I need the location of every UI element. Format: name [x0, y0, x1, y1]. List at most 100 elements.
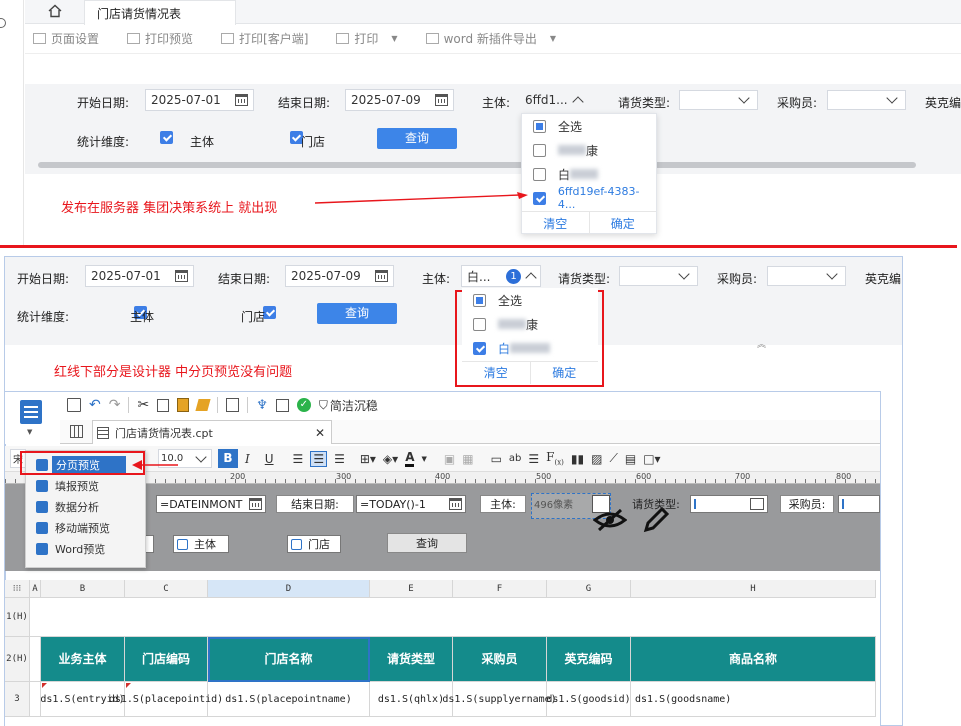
row-header-2[interactable]: 2(H): [5, 637, 30, 682]
align-center-icon[interactable]: ☰: [310, 450, 328, 467]
data-cell-supplyername[interactable]: ds1.S(supplyername): [442, 682, 557, 717]
header-cell-code[interactable]: 英克编码: [547, 637, 631, 682]
underline-icon[interactable]: U: [265, 452, 274, 466]
item-checkbox[interactable]: [533, 191, 546, 205]
file-tab[interactable]: 门店请货情况表.cpt ✕: [92, 420, 332, 444]
grid-cell[interactable]: [30, 637, 41, 682]
query-button[interactable]: 查询: [317, 303, 397, 324]
subreport-icon[interactable]: ▤: [625, 452, 636, 466]
header-cell-buyer[interactable]: 采购员: [453, 637, 547, 682]
buyer-select[interactable]: [827, 90, 906, 110]
formula-icon[interactable]: F(x): [546, 450, 564, 466]
item-checkbox[interactable]: [533, 167, 546, 181]
request-type-select[interactable]: [679, 90, 758, 110]
dropdown-clear-button[interactable]: 清空: [522, 212, 590, 235]
param-end-widget[interactable]: =TODAY()-1: [356, 495, 466, 513]
rich-text-icon[interactable]: ☰: [528, 452, 539, 466]
param-dim-store-widget[interactable]: 门店: [287, 535, 341, 553]
param-dim-entity-widget[interactable]: 主体: [173, 535, 229, 553]
check-circle-icon[interactable]: ✓: [296, 398, 311, 412]
dropdown-item[interactable]: 白: [522, 162, 656, 186]
select-all-checkbox[interactable]: [533, 119, 546, 133]
param-type-widget[interactable]: [690, 495, 768, 513]
theme-label[interactable]: 简洁沉稳: [330, 397, 378, 414]
collapse-icon[interactable]: ︽: [757, 337, 766, 350]
print-client-button[interactable]: 打印[客户端]: [221, 30, 308, 47]
font-color-icon[interactable]: A: [405, 450, 415, 467]
dropdown-ok-button[interactable]: 确定: [531, 362, 599, 384]
grid-cell[interactable]: [30, 598, 876, 637]
print-preview-button[interactable]: 打印预览: [127, 30, 193, 47]
buyer-select[interactable]: [767, 266, 846, 286]
item-checkbox[interactable]: [473, 317, 486, 331]
item-checkbox[interactable]: [473, 341, 486, 355]
header-cell-store-code[interactable]: 门店编码: [125, 637, 208, 682]
top-scrollbar[interactable]: [38, 162, 916, 168]
theme-icon[interactable]: ⛉: [319, 398, 328, 413]
end-date-field[interactable]: 2025-07-09: [285, 265, 394, 287]
start-date-field[interactable]: 2025-07-01: [85, 265, 194, 287]
dropdown-item[interactable]: 6ffd19ef-4383-4...: [522, 185, 656, 211]
data-cell-goodsname[interactable]: ds1.S(goodsname): [631, 682, 876, 717]
menu-item-word-preview[interactable]: Word预览: [26, 538, 145, 559]
item-checkbox[interactable]: [533, 143, 546, 157]
param-end-label[interactable]: 结束日期:: [276, 495, 354, 513]
header-cell-goods-name[interactable]: 商品名称: [631, 637, 876, 682]
align-left-icon[interactable]: ☰: [293, 452, 304, 466]
request-type-select[interactable]: [619, 266, 698, 286]
col-header-c[interactable]: C: [125, 580, 208, 598]
tab-report[interactable]: 门店请货情况表: [84, 0, 236, 25]
param-entity-label[interactable]: 主体:: [480, 495, 526, 513]
data-cell-qhlx[interactable]: ds1.S(qhlx): [370, 682, 453, 717]
header-cell-request-type[interactable]: 请货类型: [370, 637, 453, 682]
home-icon[interactable]: [48, 4, 62, 18]
dropdown-clear-button[interactable]: 清空: [462, 362, 531, 384]
col-header-f[interactable]: F: [453, 580, 547, 598]
row-header-3[interactable]: 3: [5, 682, 30, 717]
col-header-e[interactable]: E: [370, 580, 453, 598]
data-cell-goodsid[interactable]: ds1.S(goodsid): [546, 682, 631, 717]
col-header-d[interactable]: D: [208, 580, 370, 598]
col-header-g[interactable]: G: [547, 580, 631, 598]
calendar-icon[interactable]: [235, 94, 248, 106]
chart-icon[interactable]: ▮▮: [571, 452, 584, 466]
param-start-widget[interactable]: =DATEINMONT: [156, 495, 266, 513]
data-cell-placepointname[interactable]: ds1.S(placepointname): [208, 682, 370, 717]
entity-select[interactable]: 白... 1: [461, 265, 541, 287]
redo-icon[interactable]: ↷: [109, 398, 121, 412]
calendar-icon[interactable]: [175, 270, 188, 282]
menu-item-data-analysis[interactable]: 数据分析: [26, 496, 145, 517]
print-button[interactable]: 打印 ▼: [336, 30, 398, 47]
dropdown-item-select-all[interactable]: 全选: [462, 288, 598, 312]
align-right-icon[interactable]: ☰: [334, 452, 345, 466]
grid-corner[interactable]: ⁝⁝⁝: [5, 580, 30, 598]
find-icon[interactable]: [226, 398, 240, 412]
end-date-field[interactable]: 2025-07-09: [345, 89, 454, 111]
param-query-button[interactable]: 查询: [387, 533, 467, 553]
dropdown-item-select-all[interactable]: 全选: [522, 114, 656, 138]
param-buyer-widget[interactable]: [838, 495, 880, 513]
slash-icon[interactable]: ⟋: [609, 451, 617, 466]
page-setup-button[interactable]: 页面设置: [33, 30, 99, 47]
preview-mode-chevron-icon[interactable]: ▼: [27, 428, 32, 436]
data-cell-placepointid[interactable]: ds1.S(placepointid): [109, 682, 223, 717]
col-header-b[interactable]: B: [41, 580, 125, 598]
eye-hidden-icon[interactable]: [592, 506, 628, 534]
italic-icon[interactable]: I: [245, 452, 250, 466]
frame-icon[interactable]: □▾: [643, 452, 660, 466]
menu-item-mobile-preview[interactable]: 移动端预览: [26, 517, 145, 538]
start-date-field[interactable]: 2025-07-01: [145, 89, 254, 111]
dropdown-item[interactable]: 康: [522, 138, 656, 162]
col-header-a[interactable]: A: [30, 580, 41, 598]
dim-entity-checkbox[interactable]: [160, 131, 173, 144]
param-buyer-label[interactable]: 采购员:: [780, 495, 834, 513]
menu-item-fill-preview[interactable]: 填报预览: [26, 475, 145, 496]
fill-color-icon[interactable]: ◈▾: [383, 452, 398, 466]
text-icon[interactable]: ab: [509, 453, 521, 464]
cut-icon[interactable]: ✂: [137, 398, 149, 412]
close-icon[interactable]: ✕: [315, 426, 325, 440]
dropdown-item[interactable]: 白: [462, 336, 598, 360]
image-icon[interactable]: ▨: [591, 452, 602, 466]
save-icon[interactable]: [67, 398, 81, 412]
calendar-icon[interactable]: [375, 270, 388, 282]
